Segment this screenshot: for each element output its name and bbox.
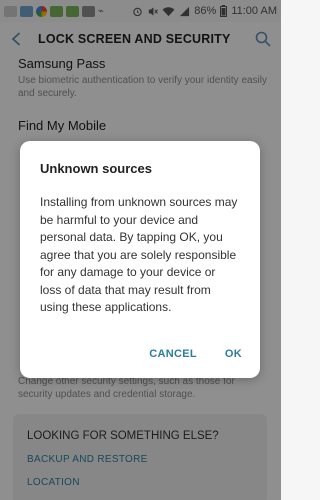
unknown-sources-dialog: Unknown sources Installing from unknown … — [20, 141, 260, 378]
dialog-title: Unknown sources — [40, 161, 152, 176]
cancel-button[interactable]: CANCEL — [149, 348, 197, 360]
ok-button[interactable]: OK — [225, 348, 242, 360]
dialog-message: Installing from unknown sources may be h… — [40, 195, 238, 314]
dialog-actions: CANCEL OK — [149, 348, 242, 360]
